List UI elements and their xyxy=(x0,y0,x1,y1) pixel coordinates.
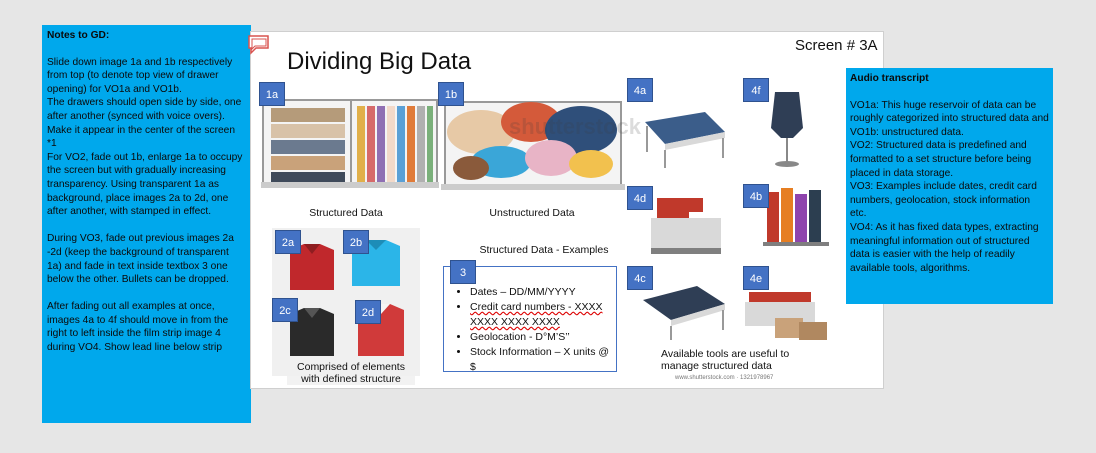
comprised-caption: Comprised of elements with defined struc… xyxy=(287,361,415,385)
tag-4e: 4e xyxy=(743,266,769,290)
example-dates: Dates – DD/MM/YYYY xyxy=(470,285,616,300)
slide-canvas: Dividing Big Data Screen # 3A 1a Structu… xyxy=(247,31,884,389)
watermark: shutterstock xyxy=(509,114,642,139)
example-credit-card: Credit card numbers - XXXX XXXX XXXX XXX… xyxy=(470,300,616,330)
tag-1a: 1a xyxy=(259,82,285,106)
tag-4b: 4b xyxy=(743,184,769,208)
notes-body: Slide down image 1a and 1b respectively … xyxy=(47,56,243,354)
tools-caption: Available tools are useful to manage str… xyxy=(661,348,790,372)
tag-2c: 2c xyxy=(272,298,298,322)
tag-2d: 2d xyxy=(355,300,381,324)
tag-3: 3 xyxy=(450,260,476,284)
tag-4d: 4d xyxy=(627,186,653,210)
notes-to-gd-panel[interactable]: Notes to GD: Slide down image 1a and 1b … xyxy=(42,25,251,423)
stock-id: www.shutterstock.com · 1321978967 xyxy=(675,375,774,381)
tag-4c: 4c xyxy=(627,266,653,290)
tag-4a: 4a xyxy=(627,78,653,102)
audio-title: Audio transcript xyxy=(850,73,929,84)
unstructured-caption: Unstructured Data xyxy=(489,207,575,219)
structured-drawer-image xyxy=(261,99,439,188)
examples-heading: Structured Data - Examples xyxy=(479,244,609,256)
tag-2a: 2a xyxy=(275,230,301,254)
fabric-rack-image xyxy=(763,188,829,246)
audio-transcript-panel[interactable]: Audio transcript VO1a: This huge reservo… xyxy=(846,68,1053,304)
tag-4f: 4f xyxy=(743,78,769,102)
notes-title: Notes to GD: xyxy=(47,30,110,41)
audio-body: VO1a: This huge reservoir of data can be… xyxy=(850,99,1049,274)
example-stock: Stock Information – X units @ $ xyxy=(470,345,616,375)
tag-2b: 2b xyxy=(343,230,369,254)
comment-icon[interactable] xyxy=(247,34,271,56)
screen-label: Screen # 3A xyxy=(795,37,878,54)
tag-1b: 1b xyxy=(438,82,464,106)
knitting-machine-image xyxy=(745,292,827,340)
slide-title: Dividing Big Data xyxy=(287,48,472,75)
examples-list: Dates – DD/MM/YYYY Credit card numbers -… xyxy=(444,285,616,375)
example-geolocation: Geolocation - D°M’S’’ xyxy=(470,330,616,345)
cutting-table-image xyxy=(645,112,725,168)
structured-caption: Structured Data xyxy=(309,207,383,219)
sewing-machine-image xyxy=(651,198,721,254)
unstructured-drawer-image xyxy=(441,101,625,190)
